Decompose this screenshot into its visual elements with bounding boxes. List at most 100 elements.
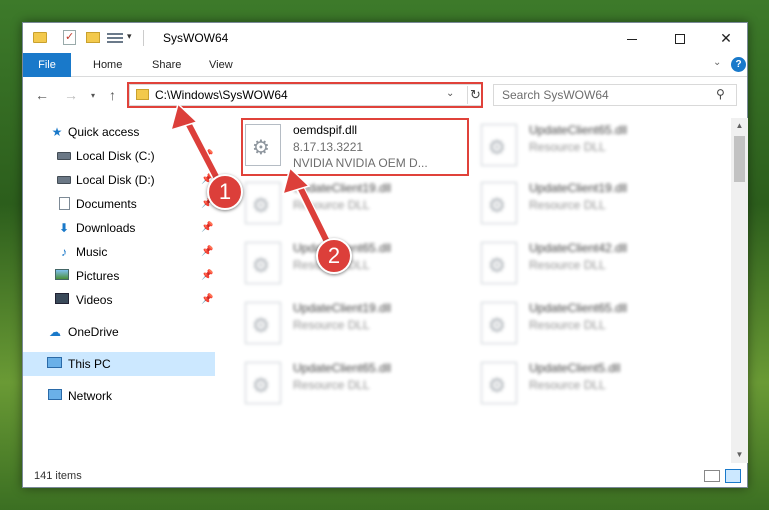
address-dropdown-icon[interactable]: ⌄ bbox=[446, 88, 454, 99]
sidebar-item-music[interactable]: ♪ Music 📌 bbox=[23, 240, 215, 264]
minimize-icon bbox=[627, 38, 637, 40]
music-icon: ♪ bbox=[61, 245, 67, 259]
maximize-button[interactable] bbox=[657, 23, 703, 53]
file-item[interactable]: UpdateClient5.dll Resource DLL bbox=[457, 358, 687, 410]
sidebar-item-onedrive[interactable]: ☁ OneDrive bbox=[23, 320, 215, 344]
sidebar-item-pictures[interactable]: Pictures 📌 bbox=[23, 264, 215, 288]
properties-icon[interactable] bbox=[63, 30, 76, 45]
pin-icon[interactable]: 📌 bbox=[201, 294, 213, 305]
sidebar-item-local-disk-d[interactable]: Local Disk (D:) 📌 bbox=[23, 168, 215, 192]
scroll-up-arrow-icon[interactable]: ▲ bbox=[731, 118, 748, 134]
help-icon[interactable]: ? bbox=[731, 57, 746, 72]
details-view-icon[interactable] bbox=[704, 470, 720, 482]
sidebar-item-label: This PC bbox=[68, 357, 111, 371]
file-item[interactable]: UpdateClient19.dll Resource DLL bbox=[221, 298, 451, 350]
sidebar-item-this-pc[interactable]: This PC bbox=[23, 352, 215, 376]
item-count: 141 items bbox=[34, 470, 82, 482]
search-box[interactable]: ⚲ bbox=[493, 84, 737, 106]
tab-home[interactable]: Home bbox=[93, 53, 122, 77]
file-item-oemdspif[interactable]: oemdspif.dll 8.17.13.3221 NVIDIA NVIDIA … bbox=[221, 120, 451, 172]
file-name: UpdateClient42.dll bbox=[529, 241, 628, 255]
up-arrow-icon[interactable]: ↑ bbox=[109, 87, 116, 103]
explorer-window: ▾ SysWOW64 ✕ File Home Share View ⌄ ? ← … bbox=[22, 22, 748, 488]
sidebar-item-label: Videos bbox=[76, 293, 113, 307]
sidebar-item-local-disk-c[interactable]: Local Disk (C:) 📌 bbox=[23, 144, 215, 168]
dll-file-icon bbox=[481, 362, 517, 404]
file-description: Resource DLL bbox=[529, 140, 606, 154]
onedrive-icon: ☁ bbox=[49, 325, 61, 339]
file-name: UpdateClient65.dll bbox=[529, 123, 628, 137]
tab-file[interactable]: File bbox=[23, 53, 71, 77]
close-button[interactable]: ✕ bbox=[703, 23, 749, 53]
download-icon: ⬇ bbox=[58, 221, 70, 235]
tab-view[interactable]: View bbox=[209, 53, 233, 77]
folder-icon[interactable] bbox=[33, 32, 47, 43]
file-name: UpdateClient19.dll bbox=[293, 181, 392, 195]
dll-file-icon bbox=[245, 242, 281, 284]
search-input[interactable] bbox=[502, 85, 702, 105]
sidebar-item-label: Quick access bbox=[68, 125, 140, 139]
sidebar-item-label: OneDrive bbox=[68, 325, 119, 339]
view-options-icon[interactable] bbox=[107, 31, 123, 45]
file-item[interactable]: UpdateClient19.dll Resource DLL bbox=[457, 178, 687, 230]
file-description: Resource DLL bbox=[293, 318, 370, 332]
file-name: UpdateClient65.dll bbox=[293, 361, 392, 375]
sidebar-item-label: Music bbox=[76, 245, 108, 259]
sidebar-item-label: Local Disk (D:) bbox=[76, 173, 155, 187]
sidebar-item-label: Documents bbox=[76, 197, 137, 211]
videos-icon bbox=[54, 293, 70, 307]
file-name: UpdateClient19.dll bbox=[529, 181, 628, 195]
new-folder-icon[interactable] bbox=[86, 32, 100, 43]
pin-icon[interactable]: 📌 bbox=[201, 270, 213, 281]
window-title: SysWOW64 bbox=[163, 31, 229, 45]
file-item[interactable]: UpdateClient65.dll Resource DLL bbox=[457, 120, 687, 172]
sidebar-item-label: Local Disk (C:) bbox=[76, 149, 155, 163]
file-item[interactable]: UpdateClient65.dll Resource DLL bbox=[457, 298, 687, 350]
disk-icon bbox=[56, 149, 72, 163]
file-item[interactable]: UpdateClient65.dll Resource DLL bbox=[221, 358, 451, 410]
refresh-icon[interactable]: ↻ bbox=[467, 86, 483, 104]
search-icon[interactable]: ⚲ bbox=[716, 87, 725, 101]
file-item[interactable]: UpdateClient42.dll Resource DLL bbox=[457, 238, 687, 290]
step-badge-1: 1 bbox=[207, 174, 243, 210]
pin-icon[interactable]: 📌 bbox=[201, 222, 213, 233]
documents-icon bbox=[56, 197, 72, 211]
divider bbox=[143, 30, 144, 46]
computer-icon bbox=[46, 357, 62, 371]
large-icons-view-icon[interactable] bbox=[725, 469, 741, 483]
sidebar-item-videos[interactable]: Videos 📌 bbox=[23, 288, 215, 312]
minimize-button[interactable] bbox=[609, 23, 655, 53]
tab-share[interactable]: Share bbox=[152, 53, 181, 77]
scrollbar-thumb[interactable] bbox=[734, 136, 745, 182]
maximize-icon bbox=[675, 34, 685, 45]
dll-file-icon bbox=[481, 242, 517, 284]
file-description: Resource DLL bbox=[529, 198, 606, 212]
pin-icon[interactable]: 📌 bbox=[201, 150, 213, 161]
expand-ribbon-chevron-icon[interactable]: ⌄ bbox=[713, 57, 721, 68]
star-icon: ★ bbox=[51, 125, 63, 139]
recent-locations-chevron-icon[interactable]: ▾ bbox=[91, 91, 95, 100]
dll-file-icon bbox=[481, 302, 517, 344]
file-description: Resource DLL bbox=[293, 198, 370, 212]
back-arrow-icon[interactable]: ← bbox=[35, 87, 49, 103]
dll-file-icon bbox=[245, 182, 281, 224]
sidebar-item-quick-access[interactable]: ★ Quick access bbox=[23, 120, 215, 144]
sidebar-item-downloads[interactable]: ⬇ Downloads 📌 bbox=[23, 216, 215, 240]
sidebar-item-network[interactable]: Network bbox=[23, 384, 215, 408]
dll-file-icon bbox=[245, 302, 281, 344]
forward-arrow-icon[interactable]: → bbox=[64, 87, 78, 103]
file-description: Resource DLL bbox=[529, 318, 606, 332]
sidebar-item-label: Network bbox=[68, 389, 113, 403]
address-path[interactable]: C:\Windows\SysWOW64 bbox=[155, 88, 288, 102]
file-description: Resource DLL bbox=[529, 258, 606, 272]
sidebar-item-documents[interactable]: Documents 📌 bbox=[23, 192, 215, 216]
quick-access-toolbar-dropdown-icon[interactable]: ▾ bbox=[127, 31, 132, 47]
file-item[interactable]: UpdateClient19.dll Resource DLL bbox=[221, 178, 451, 230]
vertical-scrollbar[interactable]: ▲ ▼ bbox=[731, 118, 748, 463]
scroll-down-arrow-icon[interactable]: ▼ bbox=[731, 447, 748, 463]
pin-icon[interactable]: 📌 bbox=[201, 246, 213, 257]
file-name: UpdateClient19.dll bbox=[293, 301, 392, 315]
ribbon-tabs: File Home Share View ⌄ ? bbox=[23, 53, 747, 77]
address-bar[interactable]: C:\Windows\SysWOW64 ⌄ ↻ bbox=[129, 84, 483, 106]
dll-file-icon bbox=[245, 124, 281, 166]
